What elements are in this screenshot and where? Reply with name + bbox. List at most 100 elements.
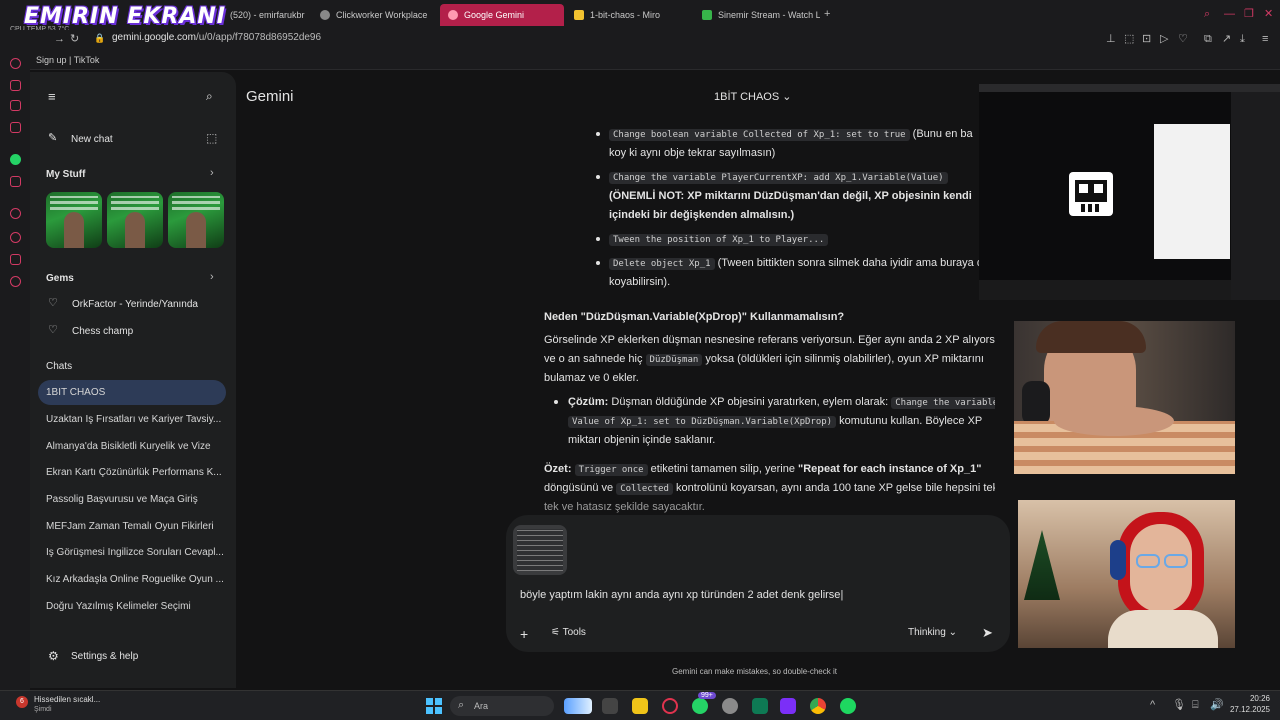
hamburger-menu-icon[interactable]: ≡ [48, 90, 56, 103]
task-view-icon[interactable] [602, 698, 618, 714]
maximize-icon[interactable]: ❐ [1244, 9, 1254, 20]
my-stuff-thumbnail[interactable] [168, 192, 224, 248]
download-icon[interactable]: ⤓ [1240, 34, 1245, 45]
sidebar-app-icon[interactable] [10, 122, 21, 133]
sidebar-app-icon[interactable] [10, 254, 21, 265]
tab-clickworker[interactable]: Clickworker Workplace [312, 4, 438, 26]
prompt-input[interactable]: böyle yaptım lakin aynı anda aynı xp tür… [520, 589, 843, 601]
reload-icon[interactable]: ↻ [70, 34, 79, 45]
prompt-input-box: böyle yaptım lakin aynı anda aynı xp tür… [506, 515, 1010, 652]
pin-icon[interactable]: ⊥ [1106, 34, 1116, 45]
sidebar-app-icon[interactable] [10, 58, 21, 69]
code-snippet: Collected [616, 483, 673, 495]
twitch-icon[interactable] [780, 698, 796, 714]
chat-item[interactable]: Almanya'da Bisikletli Kuryelik ve Vize [46, 441, 226, 452]
microphone-icon[interactable]: 🎙 [1172, 700, 1186, 711]
bookmark-icon[interactable]: ⊡ [1142, 34, 1151, 45]
settings-help-button[interactable]: Settings & help [71, 651, 138, 662]
notification-badge: 6 [16, 696, 28, 708]
network-icon[interactable]: ⌸ [1192, 700, 1199, 711]
bookmark-tiktok[interactable]: Sign up | TikTok [36, 55, 99, 65]
app-icon[interactable] [752, 698, 768, 714]
my-stuff-thumbnail[interactable] [46, 192, 102, 248]
history-icon[interactable] [10, 232, 21, 243]
settings-gear-icon[interactable] [10, 276, 21, 287]
tab-kick[interactable]: Sinemir Stream - Watch L [694, 4, 820, 26]
tab-label: (520) - emirfarukbr [230, 10, 305, 20]
weather-widget[interactable]: Hissedilen sıcakl... [34, 695, 100, 704]
new-chat-button[interactable]: New chat [71, 134, 113, 145]
chevron-up-icon[interactable]: ^ [1150, 700, 1155, 711]
step-text: (Bunu en ba [912, 128, 973, 140]
search-tabs-icon[interactable]: ⌕ [1204, 9, 1210, 20]
search-icon[interactable]: ⌕ [206, 90, 213, 102]
gemini-brand[interactable]: Gemini [246, 88, 294, 105]
minimize-icon[interactable]: — [1224, 9, 1235, 20]
opera-icon[interactable] [662, 698, 678, 714]
my-stuff-thumbnail[interactable] [107, 192, 163, 248]
windows-start-icon[interactable] [426, 698, 442, 714]
spotify-icon[interactable] [840, 698, 856, 714]
chevron-right-icon[interactable]: › [210, 168, 214, 179]
search-placeholder: Ara [474, 701, 489, 711]
chat-item[interactable]: Kız Arkadaşla Online Roguelike Oyun ... [46, 574, 226, 585]
windows-taskbar: 6 Hissedilen sıcakl... Şimdi Ara ⌕ 99+ ^… [0, 690, 1280, 720]
app-icon[interactable] [722, 698, 738, 714]
chat-item[interactable]: İş Görüşmesi İngilizce Soruları Cevapl..… [46, 547, 226, 558]
clock-date[interactable]: 27.12.2025 [1222, 705, 1270, 714]
summary-line: döngüsünü ve Collected kontrolünü koyars… [544, 479, 995, 499]
summary-text: etiketini tamamen silip, yerine [650, 463, 795, 475]
clock-time[interactable]: 20:26 [1238, 694, 1270, 703]
tab-youtube[interactable]: (520) - emirfarukbr [222, 4, 312, 26]
send-icon[interactable]: ➤ [982, 626, 993, 639]
heart-icon[interactable]: ♡ [1178, 34, 1188, 45]
solution-line: Value of Xp_1: set to DüzDüşman.Variable… [568, 412, 982, 432]
code-snippet: Change the variable [891, 397, 995, 409]
summary-label: Özet: [544, 463, 572, 475]
instagram-icon[interactable] [10, 176, 21, 187]
lock-icon[interactable]: 🔒 [94, 34, 105, 43]
my-stuff-heading[interactable]: My Stuff [46, 169, 85, 180]
chevron-right-icon[interactable]: › [210, 272, 214, 283]
screenshot-icon[interactable]: ⬚ [1124, 34, 1134, 45]
share-icon[interactable]: ↗ [1222, 34, 1231, 45]
whatsapp-icon[interactable] [692, 698, 708, 714]
attached-image-thumbnail[interactable] [513, 525, 567, 575]
gem-item-orkfactor[interactable]: OrkFactor - Yerinde/Yanında [72, 299, 198, 310]
gem-item-chess-champ[interactable]: Chess champ [72, 326, 133, 337]
chat-item[interactable]: Uzaktan İş Fırsatları ve Kariyer Tavsiy.… [46, 414, 226, 425]
chat-item[interactable]: MEFJam Zaman Temalı Oyun Fikirleri [46, 521, 226, 532]
tab-google-gemini[interactable]: Google Gemini [440, 4, 564, 26]
play-icon[interactable]: ▷ [1160, 34, 1168, 45]
chrome-icon[interactable] [810, 698, 826, 714]
add-attachment-icon[interactable]: + [520, 627, 528, 641]
extensions-icon[interactable]: ⧉ [1204, 34, 1212, 45]
tools-button[interactable]: ⚟ Tools [551, 627, 586, 638]
conversation-title[interactable]: 1BİT CHAOS ⌄ [714, 90, 792, 103]
tab-miro[interactable]: 1-bit-chaos - Miro [566, 4, 692, 26]
whatsapp-badge: 99+ [698, 692, 716, 699]
sidebar-app-icon[interactable] [10, 208, 21, 219]
chat-item[interactable]: 1BİT CHAOS [46, 387, 226, 398]
chat-item[interactable]: Doğru Yazılmış Kelimeler Seçimi [46, 601, 226, 612]
file-explorer-icon[interactable] [632, 698, 648, 714]
chat-item[interactable]: Passolig Başvurusu ve Maça Giriş [46, 494, 226, 505]
taskbar-search[interactable]: Ara [450, 696, 554, 716]
pixel-skull-icon [1069, 172, 1113, 216]
step-note: içindeki bir değişkenden almalısın.) [609, 209, 795, 221]
gems-heading[interactable]: Gems [46, 273, 74, 284]
forward-icon[interactable]: → [54, 34, 65, 45]
sidebar-app-icon[interactable] [10, 100, 21, 111]
new-tab-icon[interactable]: + [824, 9, 830, 20]
paragraph-line: ve o an sahnede hiç DüzDüşman yoksa (öld… [544, 350, 984, 370]
step-line: Delete object Xp_1 (Tween bittikten sonr… [609, 254, 983, 274]
sidebar-app-icon[interactable] [10, 80, 21, 91]
mode-selector[interactable]: Thinking ⌄ [908, 627, 957, 638]
temporary-chat-icon[interactable]: ⬚ [206, 132, 217, 144]
whatsapp-icon[interactable] [10, 154, 21, 165]
url-field[interactable]: gemini.google.com/u/0/app/f78078d86952de… [112, 32, 321, 43]
widget-icon[interactable] [564, 698, 592, 714]
chat-item[interactable]: Ekran Kartı Çözünürlük Performans K... [46, 467, 226, 478]
close-icon[interactable]: ✕ [1264, 9, 1273, 20]
menu-icon[interactable]: ≡ [1262, 34, 1268, 45]
